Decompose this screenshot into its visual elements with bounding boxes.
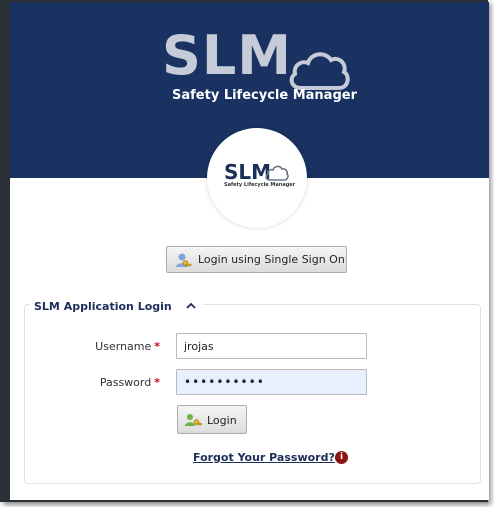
required-marker: *	[154, 376, 160, 389]
required-marker: *	[154, 340, 160, 353]
password-label-text: Password	[99, 376, 152, 389]
logo-subtitle: Safety Lifecycle Manager	[172, 88, 357, 103]
sso-label: Login using Single Sign On	[198, 253, 345, 266]
cloud-icon	[289, 52, 350, 90]
login-fieldset-legend: SLM Application Login	[30, 295, 203, 313]
sso-login-button[interactable]: Login using Single Sign On	[166, 246, 347, 273]
info-icon[interactable]: i	[335, 451, 348, 464]
logo-text: SLM	[162, 24, 293, 87]
password-label: Password *	[20, 376, 160, 389]
key-user-icon	[176, 253, 192, 267]
login-label: Login	[207, 414, 237, 427]
small-cloud-icon	[265, 165, 289, 181]
password-input[interactable]	[176, 369, 367, 395]
username-label: Username *	[20, 340, 160, 353]
forgot-password-link[interactable]: Forgot Your Password?	[193, 451, 335, 464]
slm-logo: SLM Safety Lifecycle Manager	[162, 24, 357, 112]
small-logo-text: SLM	[224, 160, 272, 184]
login-button[interactable]: Login	[177, 405, 247, 434]
users-key-icon	[185, 414, 202, 426]
username-input[interactable]	[176, 333, 367, 359]
login-panel: SLM Safety Lifecycle Manager SLM Safety …	[10, 2, 489, 500]
small-slm-logo: SLM Safety Lifecycle Manager	[224, 160, 296, 192]
logo-badge: SLM Safety Lifecycle Manager	[207, 128, 307, 228]
login-form-title: SLM Application Login	[34, 300, 172, 313]
username-label-text: Username	[95, 340, 152, 353]
small-logo-subtitle: Safety Lifecycle Manager	[224, 182, 296, 188]
chevron-up-icon[interactable]	[185, 301, 197, 311]
window-frame: SLM Safety Lifecycle Manager SLM Safety …	[0, 0, 489, 502]
